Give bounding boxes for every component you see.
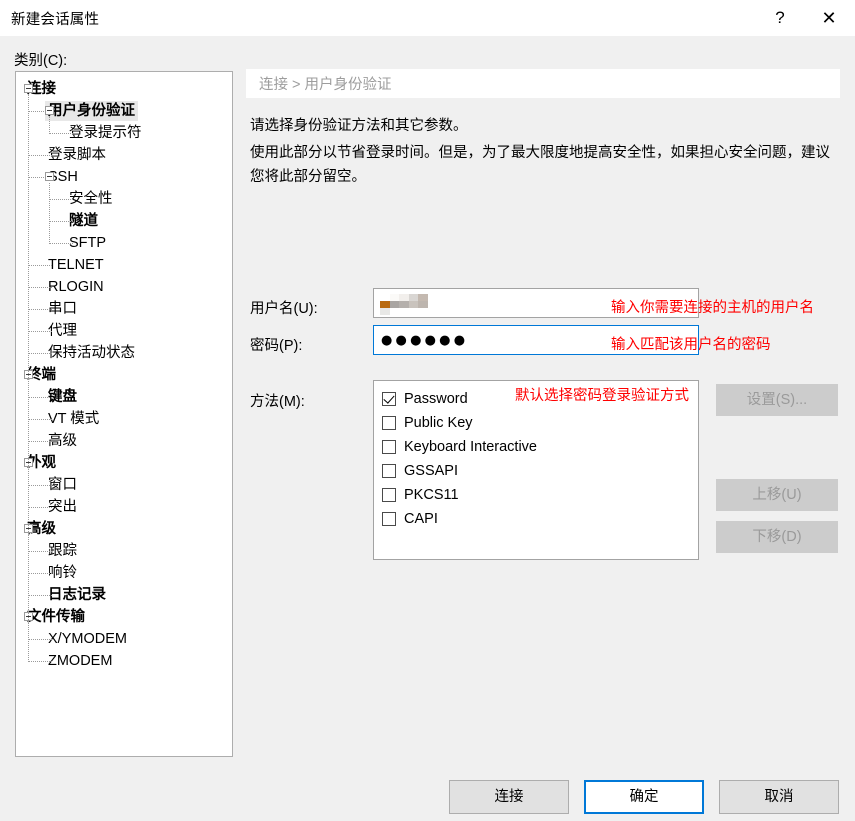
tree-item[interactable]: 终端 [16, 364, 232, 386]
tree-guide-line [29, 287, 53, 288]
tree-guide-line [28, 95, 29, 662]
checkbox-icon[interactable] [382, 512, 396, 526]
move-down-button[interactable]: 下移(D) [716, 521, 838, 553]
settings-button[interactable]: 设置(S)... [716, 384, 838, 416]
tree-guide-line [29, 353, 53, 354]
auth-method-label: CAPI [404, 511, 438, 527]
checkbox-icon[interactable] [382, 464, 396, 478]
tree-guide-line [29, 639, 53, 640]
content-pane: 连接 > 用户身份验证 请选择身份验证方法和其它参数。 使用此部分以节省登录时间… [246, 69, 840, 757]
description-primary: 请选择身份验证方法和其它参数。 [250, 118, 468, 134]
tree-item-label: ZMODEM [48, 653, 113, 669]
breadcrumb: 连接 > 用户身份验证 [246, 69, 840, 98]
password-annotation: 输入匹配该用户名的密码 [611, 337, 771, 353]
auth-method-row[interactable]: CAPI [374, 507, 698, 531]
tree-collapse-icon[interactable] [45, 106, 54, 115]
tree-guide-line [50, 133, 74, 134]
tree-item-label: 日志记录 [48, 587, 106, 603]
tree-guide-line [29, 309, 53, 310]
tree-item-label: TELNET [48, 257, 104, 273]
tree-guide-line [49, 117, 50, 134]
tree-item-label: 登录脚本 [48, 147, 106, 163]
method-label: 方法(M): [250, 394, 305, 410]
auth-method-row[interactable]: GSSAPI [374, 459, 698, 483]
username-annotation: 输入你需要连接的主机的用户名 [611, 300, 814, 316]
checkbox-icon[interactable] [382, 488, 396, 502]
tree-root: 连接 用户身份验证 登录提示符 登录脚本 SSH 安全性 隧道 SFTP TELNET RLOGI… [16, 72, 232, 672]
password-label: 密码(P): [250, 338, 303, 354]
auth-method-label: GSSAPI [404, 463, 458, 479]
redacted-username-mosaic [380, 294, 437, 315]
tree-item-label: RLOGIN [48, 279, 104, 295]
tree-guide-line [29, 419, 53, 420]
password-masked-value: ●●●●●● [381, 332, 469, 348]
username-label: 用户名(U): [250, 301, 318, 317]
tree-item[interactable]: 外观 [16, 452, 232, 474]
auth-method-label: Keyboard Interactive [404, 439, 537, 455]
tree-guide-line [50, 221, 74, 222]
tree-item-label: X/YMODEM [48, 631, 127, 647]
ok-button[interactable]: 确定 [584, 780, 704, 814]
auth-method-label: PKCS11 [404, 487, 459, 503]
help-icon[interactable]: ? [757, 0, 803, 36]
method-annotation: 默认选择密码登录验证方式 [515, 388, 689, 404]
tree-item[interactable]: 文件传输 [16, 606, 232, 628]
tree-guide-line [50, 243, 74, 244]
tree-item[interactable]: 连接 [16, 78, 232, 100]
tree-collapse-icon[interactable] [45, 172, 54, 181]
tree-guide-line [29, 485, 53, 486]
cancel-button[interactable]: 取消 [719, 780, 839, 814]
tree-guide-line [29, 551, 53, 552]
category-label: 类别(C): [14, 53, 68, 69]
checkbox-icon[interactable] [382, 416, 396, 430]
tree-guide-line [29, 177, 45, 178]
window-titlebar: 新建会话属性 ? ✕ [0, 0, 855, 36]
tree-guide-line [50, 199, 74, 200]
tree-item[interactable]: 高级 [16, 518, 232, 540]
tree-item-label: 用户身份验证 [45, 101, 138, 121]
tree-guide-line [29, 507, 53, 508]
auth-method-list[interactable]: Password Public Key Keyboard Interactive GS… [373, 380, 699, 560]
tree-guide-line [29, 331, 53, 332]
checkbox-icon[interactable] [382, 440, 396, 454]
description-secondary: 使用此部分以节省登录时间。但是，为了最大限度地提高安全性，如果担心安全问题，建议… [250, 145, 830, 185]
tree-item-label: 登录提示符 [69, 125, 142, 141]
tree-guide-line [49, 183, 50, 244]
close-icon[interactable]: ✕ [803, 0, 855, 36]
tree-guide-line [29, 573, 53, 574]
tree-guide-line [29, 111, 45, 112]
password-input[interactable]: ●●●●●● 输入匹配该用户名的密码 [373, 325, 771, 355]
username-input[interactable]: 输入你需要连接的主机的用户名 [373, 288, 814, 318]
tree-item-label: VT 模式 [48, 411, 100, 427]
checkbox-checked-icon[interactable] [382, 392, 396, 406]
tree-guide-line [29, 595, 53, 596]
tree-guide-line [29, 441, 53, 442]
auth-method-row[interactable]: PKCS11 [374, 483, 698, 507]
auth-method-label: Public Key [404, 415, 473, 431]
tree-guide-line [29, 155, 53, 156]
auth-method-row[interactable]: Public Key [374, 411, 698, 435]
auth-method-label: Password [404, 391, 468, 407]
auth-method-row[interactable]: Keyboard Interactive [374, 435, 698, 459]
connect-button[interactable]: 连接 [449, 780, 569, 814]
tree-guide-line [29, 397, 53, 398]
tree-collapse-icon[interactable] [24, 84, 33, 93]
tree-guide-line [29, 661, 53, 662]
move-up-button[interactable]: 上移(U) [716, 479, 838, 511]
dialog-body: 类别(C): 连接 用户身份验证 登录提示符 登录脚本 SSH 安全性 隧道 SFTP TELN… [0, 36, 855, 821]
tree-guide-line [29, 265, 53, 266]
tree-item-label: 保持活动状态 [48, 345, 135, 361]
category-tree[interactable]: 连接 用户身份验证 登录提示符 登录脚本 SSH 安全性 隧道 SFTP TELNET RLOGI… [15, 71, 233, 757]
tree-item-label: 文件传输 [27, 609, 85, 625]
window-title: 新建会话属性 [11, 11, 100, 28]
